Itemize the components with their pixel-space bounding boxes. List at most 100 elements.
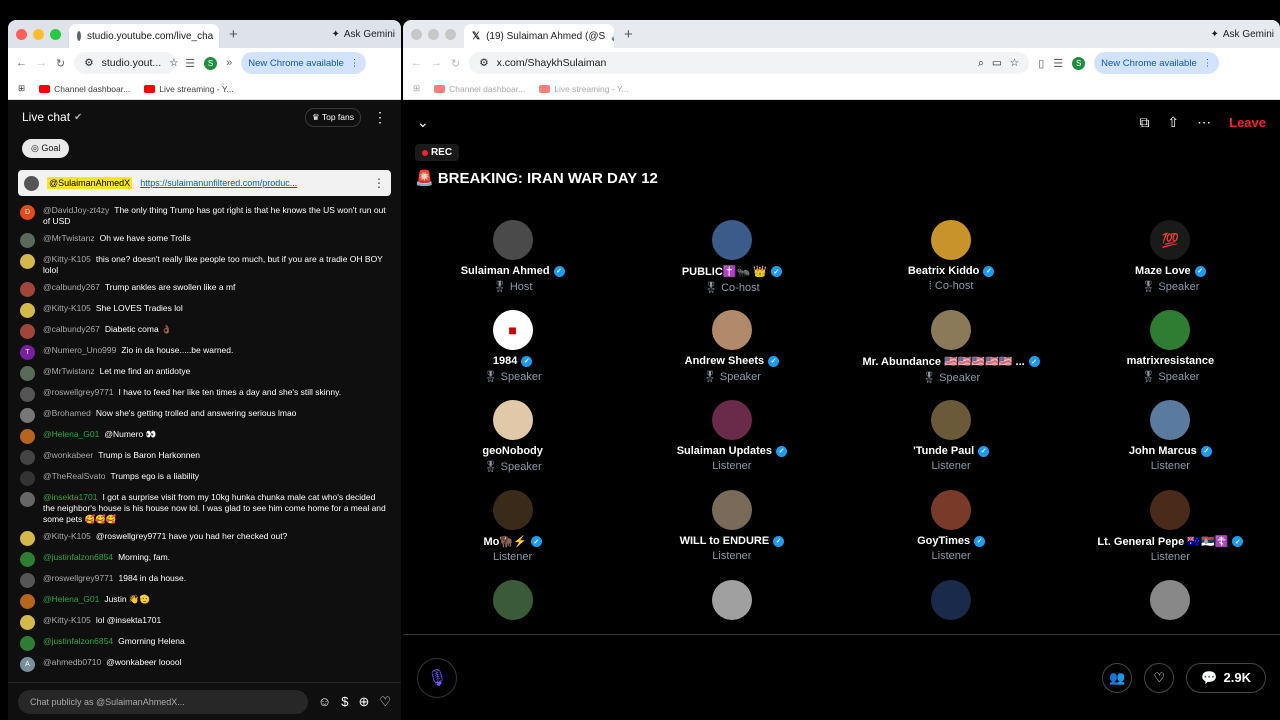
more-icon[interactable]: ⋯ [1197,114,1211,131]
side-panel-icon[interactable]: ▯ [1038,57,1044,70]
chat-message[interactable]: A @ahmedb0710 @wonkabeer looool [18,654,391,675]
forward-icon[interactable]: → [431,57,442,69]
bookmark-star-icon[interactable]: ☆ [169,57,178,69]
add-icon[interactable]: ⊕ [358,694,369,710]
pinned-menu-icon[interactable]: ⋮ [373,176,385,190]
address-bar[interactable]: ⚙ x.com/ShaykhSulaiman ⌕ ▭ ☆ [469,52,1030,74]
chat-message[interactable]: D @DavidJoy-zt4zy The only thing Trump has… [18,202,391,230]
mic-button[interactable]: 🎙 [417,657,457,698]
chat-input[interactable]: Chat publicly as @SulaimanAhmedX... [18,689,308,714]
dock-icon[interactable]: ⧉ [1139,114,1149,131]
browser-tab[interactable]: 𝕏 (19) Sulaiman Ahmed (@S 🔈 ✕ [464,24,614,48]
participant[interactable]: Andrew Sheets ✓ 🎖 Speaker [622,310,841,390]
chrome-update-button[interactable]: New Chrome available ⋮ [1094,52,1220,74]
message-author[interactable]: @Kitty-K105 [43,531,91,541]
chat-message[interactable]: @justinfalzon6854 Morning, fam. [18,549,391,570]
participant[interactable]: Beatrix Kiddo ✓ ⁞ Co-host [842,220,1061,300]
chat-message[interactable]: @MrTwistanz Oh we have some Trolls [18,230,391,251]
new-tab-button[interactable]: + [624,26,633,43]
message-author[interactable]: @wonkabeer [43,450,93,460]
participant[interactable]: 'Tunde Paul ✓ Listener [842,400,1061,480]
maximize-window-button[interactable] [50,28,61,40]
collapse-chevron-icon[interactable]: ⌄ [417,114,429,131]
chat-message[interactable]: @Helena_G01 Justin 👋🫡 [18,591,391,612]
message-author[interactable]: @justinfalzon6854 [43,636,113,646]
participant[interactable]: matrixresistance 🎖 Speaker [1061,310,1280,390]
message-author[interactable]: @Kitty-K105 [43,254,91,264]
participant[interactable]: 💯 Maze Love ✓ 🎖 Speaker [1061,220,1280,300]
chat-message[interactable]: @Kitty-K105 this one? doesn't really like… [18,251,391,279]
participant[interactable]: GoyTimes ✓ Listener [842,490,1061,570]
participant[interactable]: PUBLIC✝️🐜 👑 ✓ 🎖 Co-host [622,220,841,300]
minimize-window-button[interactable] [428,28,439,40]
message-author[interactable]: @Brohamed [43,408,91,418]
maximize-window-button[interactable] [445,28,456,40]
comments-button[interactable]: 💬 2.9K [1186,662,1266,693]
bookmark-item[interactable]: Channel dashboar... [434,84,525,94]
minimize-window-button[interactable] [33,28,44,40]
chat-message[interactable]: @wonkabeer Trump is Baron Harkonnen [18,447,391,468]
participant[interactable]: WILL to ENDURE ✓ Listener [622,490,841,570]
message-author[interactable]: @insekta1701 [43,492,97,502]
message-author[interactable]: @MrTwistanz [43,233,95,243]
message-author[interactable]: @Numero_Uno999 [43,345,116,355]
profile-avatar[interactable]: S [204,56,218,70]
participant[interactable]: Lt. General Pepe 🇦🇺🇷🇸☦️ ✓ Listener [1061,490,1280,570]
chat-message[interactable]: @MrTwistanz Let me find an antidotye [18,363,391,384]
message-author[interactable]: @Kitty-K105 [43,615,91,625]
chat-message[interactable]: @calbundy267 Diabetic coma 👌🏾 [18,321,391,342]
audio-icon[interactable]: 🔈 [611,31,614,42]
participant[interactable]: Sulaiman Ahmed ✓ 🎖 Host [403,220,622,300]
message-author[interactable]: @TheRealSvato [43,471,106,481]
pinned-link[interactable]: https://sulaimanunfiltered.com/produc... [140,178,297,188]
address-bar[interactable]: ⚙ studio.yout... ☆ [74,52,179,74]
message-author[interactable]: @MrTwistanz [43,366,95,376]
tab-search-icon[interactable]: ☰ [185,57,195,70]
chat-message[interactable]: @Helena_G01 @Numero 👀 [18,426,391,447]
bookmark-item[interactable]: Live streaming - Y... [539,84,629,94]
participant[interactable]: Mo🦬⚡ ✓ Listener [403,490,622,570]
chat-menu-icon[interactable]: ⋮ [373,109,387,126]
people-button[interactable]: 👥 [1102,662,1133,693]
leave-button[interactable]: Leave [1229,115,1266,130]
chat-message[interactable]: @calbundy267 Trump ankles are swollen lik… [18,279,391,300]
message-author[interactable]: @calbundy267 [43,324,100,334]
chat-message[interactable]: @Kitty-K105 @roswellgrey9771 have you had… [18,528,391,549]
message-author[interactable]: @calbundy267 [43,282,100,292]
new-tab-button[interactable]: + [229,26,238,43]
goal-button[interactable]: ◎ Goal [22,138,70,158]
forward-icon[interactable]: → [36,57,47,69]
message-author[interactable]: @ahmedb0710 [43,657,101,667]
bookmark-star-icon[interactable]: ☆ [1010,57,1019,69]
participant[interactable]: Mr. Abundance 🇺🇸🇺🇸🇺🇸🇺🇸🇺🇸 ... ✓ 🎖 Speaker [842,310,1061,390]
zoom-icon[interactable]: ⌕ [978,57,984,70]
top-fans-button[interactable]: ♛ Top fans [305,107,361,127]
profile-avatar[interactable]: S [1072,56,1086,70]
reload-icon[interactable]: ↻ [56,57,65,70]
close-window-button[interactable] [411,28,422,40]
back-icon[interactable]: ← [16,57,27,69]
chat-message[interactable]: @roswellgrey9771 I have to feed her like … [18,384,391,405]
react-button[interactable]: ♡ [1144,662,1175,693]
pinned-message[interactable]: @SulaimanAhmedX https://sulaimanunfilter… [18,170,391,196]
bookmark-item[interactable]: Channel dashboar... [39,84,130,94]
share-icon[interactable]: ⇧ [1167,114,1179,131]
more-chevron-icon[interactable]: » [226,57,232,69]
apps-grid-icon[interactable]: ⊞ [18,83,25,94]
reload-icon[interactable]: ↻ [451,57,460,70]
super-chat-icon[interactable]: $ [341,694,348,709]
chat-message[interactable]: @Brohamed Now she's getting trolled and a… [18,405,391,426]
close-window-button[interactable] [16,28,27,40]
chat-message[interactable]: @insekta1701 I got a surprise visit from … [18,489,391,528]
chrome-update-button[interactable]: New Chrome available ⋮ [241,52,367,74]
message-author[interactable]: @DavidJoy-zt4zy [43,205,109,215]
ask-gemini-button[interactable]: ✦ Ask Gemini [1210,29,1274,40]
back-icon[interactable]: ← [411,57,422,69]
browser-tab[interactable]: studio.youtube.com/live_cha ✕ [69,24,219,48]
ask-gemini-button[interactable]: ✦ Ask Gemini [331,29,395,40]
message-author[interactable]: @Helena_G01 [43,594,99,604]
participant[interactable]: ■ 1984 ✓ 🎖 Speaker [403,310,622,390]
message-author[interactable]: @roswellgrey9771 [43,387,114,397]
chat-message[interactable]: @justinfalzon6854 Gmorning Helena [18,633,391,654]
emoji-icon[interactable]: ☺ [318,694,331,709]
